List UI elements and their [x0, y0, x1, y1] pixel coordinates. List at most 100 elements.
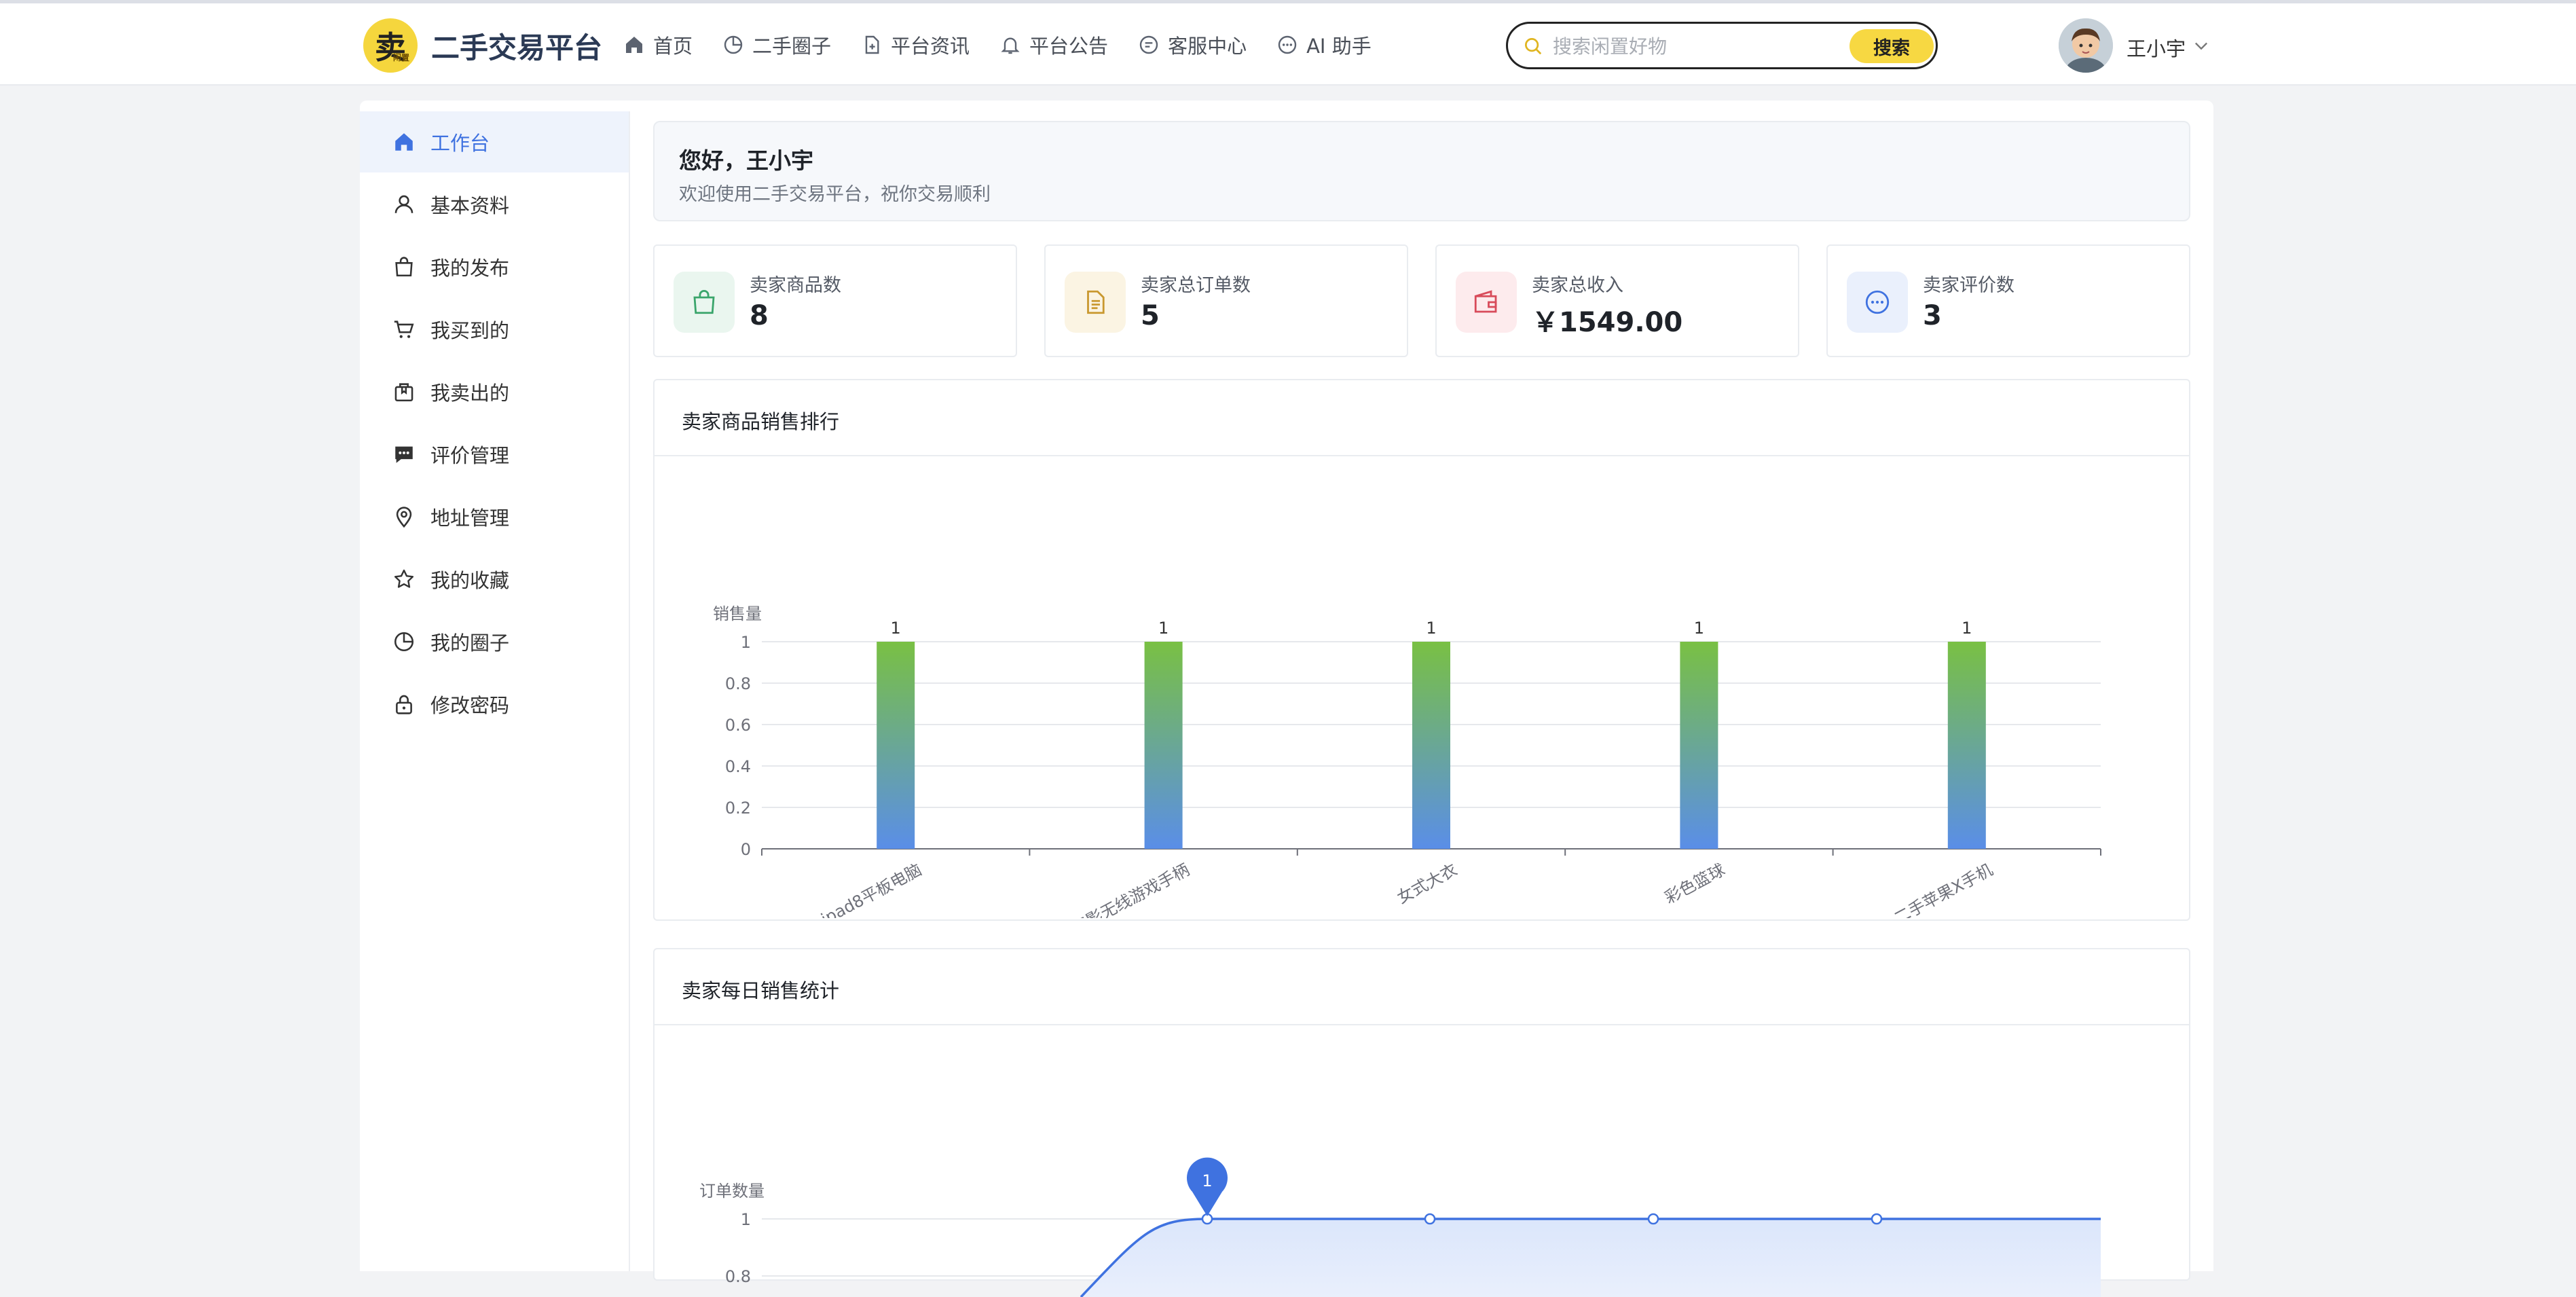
- home-icon: [626, 37, 642, 53]
- wallet-icon: [1474, 290, 1497, 313]
- brand-title[interactable]: 二手交易平台: [431, 25, 602, 67]
- user-name[interactable]: 王小宇: [2127, 33, 2186, 62]
- y-tick-label: 0.6: [725, 716, 751, 735]
- stat-value: 3: [1923, 300, 1942, 331]
- nav-home[interactable]: 首页: [623, 31, 693, 59]
- sidebar-item-my-circle[interactable]: 我的圈子: [360, 611, 629, 672]
- chat-dots-icon: [1865, 290, 1890, 314]
- welcome-card: 您好，王小宇 欢迎使用二手交易平台，祝你交易顺利: [653, 121, 2190, 221]
- stat-value: 8: [750, 300, 769, 331]
- sidebar-item-my-posts[interactable]: 我的发布: [360, 236, 629, 297]
- bar: [1412, 642, 1450, 849]
- marker-label: 1: [1202, 1171, 1212, 1190]
- star-icon: [394, 569, 414, 588]
- nav-label: 平台资讯: [891, 35, 970, 58]
- stat-icon-box: [1065, 272, 1126, 333]
- stat-icon-box: [674, 272, 735, 333]
- avatar[interactable]: [2059, 18, 2113, 73]
- sidebar-item-label: 我的收藏: [430, 569, 510, 592]
- nav-label: 客服中心: [1168, 35, 1247, 58]
- y-tick-label: 1: [741, 633, 751, 652]
- welcome-subtitle: 欢迎使用二手交易平台，祝你交易顺利: [679, 184, 991, 205]
- sidebar-item-profile[interactable]: 基本资料: [360, 174, 629, 235]
- data-point: [1424, 1213, 1436, 1225]
- bar: [1947, 642, 1986, 849]
- sidebar-item-label: 修改密码: [430, 694, 510, 717]
- bar-value-label: 1: [891, 619, 901, 638]
- welcome-title: 您好，王小宇: [679, 147, 813, 174]
- chevron-down-icon[interactable]: [2192, 36, 2211, 55]
- bar: [877, 642, 915, 849]
- sidebar-item-favorites[interactable]: 我的收藏: [360, 549, 629, 610]
- sidebar-item-label: 我的圈子: [430, 632, 510, 655]
- main-container: 工作台 基本资料 我的发布 我买到的 我卖出的 评价管理 地址管理 我的收藏 我…: [360, 101, 2213, 1297]
- lock-icon: [396, 695, 412, 714]
- top-header: 卖 闲置 二手交易平台 首页 二手圈子 平台资讯 平台公告 客服中心 AI 助手: [0, 3, 2576, 86]
- stat-label: 卖家评价数: [1923, 275, 2014, 296]
- main-nav: 首页 二手圈子 平台资讯 平台公告 客服中心 AI 助手: [623, 31, 1372, 59]
- stat-card-income: 卖家总收入 ￥1549.00: [1435, 244, 1799, 357]
- search-icon: [1525, 38, 1542, 55]
- y-tick-label: 1: [741, 1210, 751, 1229]
- document-icon: [1087, 290, 1105, 314]
- y-axis-label: 销售量: [713, 604, 762, 623]
- chat-icon: [1139, 35, 1158, 54]
- sales-bar-chart: 0 0.2 0.4 0.6 0.8 1 销售量 1 ipad8平板电脑 1 雷蛇幻影无线游戏手柄 1 女…: [713, 604, 2101, 918]
- y-tick-label: 0.2: [725, 799, 751, 818]
- search-button[interactable]: 搜索: [1850, 29, 1934, 63]
- bar: [1680, 642, 1718, 849]
- nav-service[interactable]: 客服中心: [1138, 31, 1247, 59]
- stat-card-reviews: 卖家评价数 3: [1826, 244, 2190, 357]
- stat-card-orders: 卖家总订单数 5: [1044, 244, 1408, 357]
- sidebar-item-label: 我买到的: [430, 319, 510, 342]
- stat-icon-box: [1847, 272, 1908, 333]
- sidebar-item-change-password[interactable]: 修改密码: [360, 674, 629, 735]
- panel-header: 卖家商品销售排行: [655, 380, 2189, 456]
- x-category-label: 女式大衣: [1394, 860, 1460, 908]
- nav-announcement[interactable]: 平台公告: [999, 31, 1108, 59]
- search-input[interactable]: [1551, 31, 1812, 62]
- sidebar-item-dashboard[interactable]: 工作台: [360, 111, 629, 172]
- sidebar-item-sold[interactable]: 我卖出的: [360, 361, 629, 422]
- y-tick-label: 0.8: [725, 674, 751, 693]
- y-tick-label: 0.4: [725, 757, 751, 776]
- sidebar-item-label: 我卖出的: [430, 382, 510, 405]
- nav-label: 首页: [653, 35, 693, 58]
- bag-icon: [693, 289, 715, 314]
- nav-news[interactable]: 平台资讯: [861, 31, 970, 59]
- site-logo[interactable]: 卖 闲置: [363, 18, 418, 73]
- bag-icon: [395, 257, 413, 277]
- y-axis-label: 订单数量: [699, 1182, 765, 1201]
- daily-sales-panel: 卖家每日销售统计 10.80.6订单数量1: [653, 948, 2190, 1297]
- bar: [1144, 642, 1183, 849]
- stat-card-products: 卖家商品数 8: [653, 244, 1017, 357]
- user-icon: [394, 195, 413, 213]
- nav-label: 二手圈子: [752, 35, 832, 58]
- x-category-label: 彩色篮球: [1661, 860, 1728, 908]
- bar-value-label: 1: [1426, 619, 1436, 638]
- sidebar-item-reviews[interactable]: 评价管理: [360, 424, 629, 485]
- stat-value: ￥1549.00: [1532, 307, 1683, 338]
- sidebar-item-label: 地址管理: [430, 507, 510, 530]
- sidebar-item-bought[interactable]: 我买到的: [360, 299, 629, 360]
- location-icon: [396, 507, 412, 528]
- nav-ai[interactable]: AI 助手: [1276, 31, 1372, 59]
- panel-header: 卖家每日销售统计: [655, 949, 2189, 1025]
- avatar-image: [2059, 18, 2113, 73]
- y-tick-label: 0: [741, 840, 751, 859]
- pie-icon: [394, 632, 414, 652]
- bar-value-label: 1: [1694, 619, 1704, 638]
- sidebar-item-address[interactable]: 地址管理: [360, 486, 629, 547]
- nav-circle[interactable]: 二手圈子: [722, 31, 831, 59]
- box-icon: [394, 383, 413, 402]
- nav-label: 平台公告: [1029, 35, 1109, 58]
- bell-icon: [1001, 37, 1020, 54]
- bar-value-label: 1: [1158, 619, 1169, 638]
- pie-icon: [724, 35, 743, 54]
- stat-icon-box: [1456, 272, 1517, 333]
- bar-value-label: 1: [1962, 619, 1972, 638]
- cart-icon: [394, 321, 414, 338]
- data-point: [1647, 1213, 1659, 1225]
- y-tick-label: 0.8: [725, 1267, 751, 1286]
- document-plus-icon: [865, 35, 879, 54]
